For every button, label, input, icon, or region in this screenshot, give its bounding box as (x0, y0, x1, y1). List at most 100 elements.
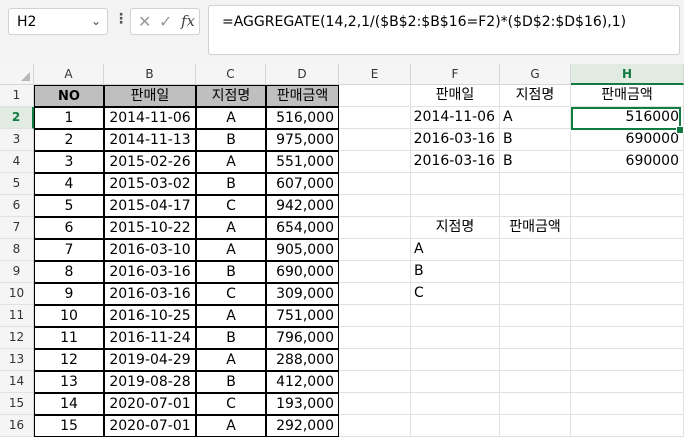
cell-e10[interactable] (339, 283, 411, 305)
cell-c1[interactable]: 지점명 (196, 85, 266, 107)
cell-e4[interactable] (339, 151, 411, 173)
cell-a9[interactable]: 8 (34, 261, 104, 283)
row-header-9[interactable]: 9 (0, 261, 34, 283)
cell-e13[interactable] (339, 349, 411, 371)
cell-h4[interactable]: 690000 (571, 151, 684, 173)
cell-d9[interactable]: 690,000 (266, 261, 339, 283)
cell-f9[interactable]: B (411, 261, 500, 283)
cell-f8[interactable]: A (411, 239, 500, 261)
fill-handle[interactable] (676, 126, 684, 134)
cell-e12[interactable] (339, 327, 411, 349)
cell-e5[interactable] (339, 173, 411, 195)
row-header-2[interactable]: 2 (0, 107, 34, 129)
cell-f7[interactable]: 지점명 (411, 217, 500, 239)
cell-a3[interactable]: 2 (34, 129, 104, 151)
select-all-corner[interactable] (0, 64, 34, 85)
cell-g14[interactable] (500, 371, 571, 393)
cell-d7[interactable]: 654,000 (266, 217, 339, 239)
cell-b2[interactable]: 2014-11-06 (104, 107, 196, 129)
cell-b16[interactable]: 2020-07-01 (104, 415, 196, 437)
cell-d5[interactable]: 607,000 (266, 173, 339, 195)
cell-f11[interactable] (411, 305, 500, 327)
cell-c14[interactable]: B (196, 371, 266, 393)
cell-d11[interactable]: 751,000 (266, 305, 339, 327)
cell-f3[interactable]: 2016-03-16 (411, 129, 500, 151)
cell-d4[interactable]: 551,000 (266, 151, 339, 173)
cell-e2[interactable] (339, 107, 411, 129)
cell-h10[interactable] (571, 283, 684, 305)
row-header-13[interactable]: 13 (0, 349, 34, 371)
formula-input[interactable]: =AGGREGATE(14,2,1/($B$2:$B$16=F2)*($D$2:… (208, 5, 680, 55)
cell-b8[interactable]: 2016-03-10 (104, 239, 196, 261)
cell-f6[interactable] (411, 195, 500, 217)
cell-g10[interactable] (500, 283, 571, 305)
cell-f1[interactable]: 판매일 (411, 85, 500, 107)
cell-c12[interactable]: B (196, 327, 266, 349)
cell-e6[interactable] (339, 195, 411, 217)
cell-c2[interactable]: A (196, 107, 266, 129)
cell-e9[interactable] (339, 261, 411, 283)
row-header-7[interactable]: 7 (0, 217, 34, 239)
name-box[interactable]: H2 ⌄ (8, 8, 108, 35)
cell-g6[interactable] (500, 195, 571, 217)
cell-a11[interactable]: 10 (34, 305, 104, 327)
cell-g9[interactable] (500, 261, 571, 283)
cell-g1[interactable]: 지점명 (500, 85, 571, 107)
cell-c5[interactable]: B (196, 173, 266, 195)
cell-a6[interactable]: 5 (34, 195, 104, 217)
cell-g8[interactable] (500, 239, 571, 261)
cell-f15[interactable] (411, 393, 500, 415)
cell-c16[interactable]: A (196, 415, 266, 437)
cell-d14[interactable]: 412,000 (266, 371, 339, 393)
cell-e16[interactable] (339, 415, 411, 437)
cell-e11[interactable] (339, 305, 411, 327)
chevron-down-icon[interactable]: ⌄ (91, 14, 101, 28)
cell-a15[interactable]: 14 (34, 393, 104, 415)
cell-g4[interactable]: B (500, 151, 571, 173)
cell-d15[interactable]: 193,000 (266, 393, 339, 415)
cell-f12[interactable] (411, 327, 500, 349)
row-header-15[interactable]: 15 (0, 393, 34, 415)
cell-a13[interactable]: 12 (34, 349, 104, 371)
column-header-b[interactable]: B (104, 64, 196, 85)
cell-g16[interactable] (500, 415, 571, 437)
cell-a10[interactable]: 9 (34, 283, 104, 305)
cell-a14[interactable]: 13 (34, 371, 104, 393)
cell-e7[interactable] (339, 217, 411, 239)
cell-c9[interactable]: B (196, 261, 266, 283)
cell-c6[interactable]: C (196, 195, 266, 217)
cell-d6[interactable]: 942,000 (266, 195, 339, 217)
cell-b7[interactable]: 2015-10-22 (104, 217, 196, 239)
cell-b6[interactable]: 2015-04-17 (104, 195, 196, 217)
cell-g2[interactable]: A (500, 107, 571, 129)
row-header-10[interactable]: 10 (0, 283, 34, 305)
row-header-8[interactable]: 8 (0, 239, 34, 261)
cell-e3[interactable] (339, 129, 411, 151)
cell-h8[interactable] (571, 239, 684, 261)
cell-c15[interactable]: C (196, 393, 266, 415)
row-header-1[interactable]: 1 (0, 85, 34, 107)
column-header-f[interactable]: F (411, 64, 500, 85)
active-cell-indicator[interactable] (571, 107, 681, 130)
cell-a1[interactable]: NO (34, 85, 104, 107)
cell-b12[interactable]: 2016-11-24 (104, 327, 196, 349)
cell-b14[interactable]: 2019-08-28 (104, 371, 196, 393)
column-header-g[interactable]: G (500, 64, 571, 85)
column-header-c[interactable]: C (196, 64, 266, 85)
cell-h9[interactable] (571, 261, 684, 283)
cell-a8[interactable]: 7 (34, 239, 104, 261)
cell-g3[interactable]: B (500, 129, 571, 151)
cell-f4[interactable]: 2016-03-16 (411, 151, 500, 173)
cell-d2[interactable]: 516,000 (266, 107, 339, 129)
row-header-3[interactable]: 3 (0, 129, 34, 151)
cell-c3[interactable]: B (196, 129, 266, 151)
cancel-x-icon[interactable]: ✕ (138, 12, 151, 31)
column-header-a[interactable]: A (34, 64, 104, 85)
cell-d16[interactable]: 292,000 (266, 415, 339, 437)
cell-h11[interactable] (571, 305, 684, 327)
function-fx-icon[interactable]: fx (181, 12, 195, 30)
cell-g12[interactable] (500, 327, 571, 349)
more-options-icon[interactable]: ⋮ (114, 11, 128, 27)
cell-g11[interactable] (500, 305, 571, 327)
cell-a7[interactable]: 6 (34, 217, 104, 239)
